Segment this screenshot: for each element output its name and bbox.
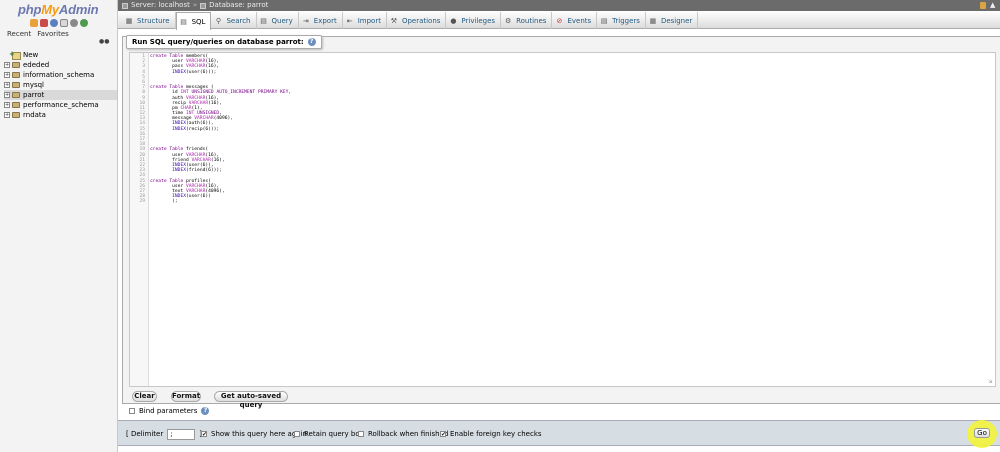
- reload-icon[interactable]: [80, 19, 88, 27]
- code-text: INDEX(recip(6)));: [172, 126, 220, 132]
- code-text: );: [150, 199, 178, 205]
- breadcrumb-separator-icon: »: [192, 1, 198, 9]
- database-icon: [12, 92, 20, 98]
- delimiter-input[interactable]: ;: [167, 428, 196, 440]
- tab-designer[interactable]: ▦ Designer: [646, 12, 699, 29]
- foreign-key-option[interactable]: ✔ Enable foreign key checks: [440, 429, 542, 439]
- tab-recent[interactable]: Recent: [7, 30, 31, 38]
- expand-icon[interactable]: +: [4, 102, 10, 108]
- bind-parameters: Bind parameters ?: [129, 406, 210, 416]
- retain-query-option[interactable]: Retain query box: [294, 429, 364, 439]
- rollback-option[interactable]: Rollback when finished: [358, 429, 448, 439]
- designer-icon: ▦: [649, 16, 657, 25]
- help-icon[interactable]: ?: [201, 407, 210, 415]
- routines-icon: ⚙: [504, 16, 512, 25]
- tree-item-new[interactable]: New: [4, 49, 117, 60]
- structure-icon: ▦: [125, 16, 133, 25]
- go-button[interactable]: Go: [974, 428, 990, 438]
- import-icon: ⇤: [346, 16, 353, 25]
- tab-privileges[interactable]: ● Privileges: [446, 12, 502, 29]
- tree-item-parrot[interactable]: + parrot: [4, 90, 117, 100]
- tab-events[interactable]: ⊘ Events: [552, 12, 598, 29]
- database-icon: [12, 82, 20, 88]
- clear-button[interactable]: Clear: [132, 391, 157, 402]
- tab-export[interactable]: ⇥ Export: [299, 12, 343, 29]
- get-auto-saved-query-button[interactable]: Get auto-saved query: [214, 391, 288, 409]
- triggers-icon: ▤: [600, 16, 608, 25]
- rollback-checkbox[interactable]: [358, 431, 364, 437]
- help-icon[interactable]: ?: [307, 38, 316, 46]
- database-tree: New + ededed + information_schema + mysq…: [4, 49, 117, 120]
- tab-import[interactable]: ⇤ Import: [343, 12, 387, 29]
- database-icon: [12, 112, 20, 118]
- query-icon: ▤: [260, 16, 267, 25]
- tab-search[interactable]: ⚲ Search: [211, 12, 257, 29]
- nav-icon-bar: [30, 19, 88, 28]
- collapse-icon[interactable]: ▲: [990, 2, 996, 9]
- database-icon: [12, 62, 20, 68]
- tab-sql[interactable]: ▤ SQL: [175, 12, 212, 30]
- expand-icon[interactable]: +: [4, 112, 10, 118]
- show-query-checkbox[interactable]: ✔: [201, 431, 207, 438]
- tab-triggers[interactable]: ▤ Triggers: [597, 12, 646, 29]
- tab-routines[interactable]: ⚙ Routines: [501, 12, 553, 29]
- docs-icon[interactable]: [60, 19, 68, 27]
- nav-tabs: Recent Favorites: [7, 30, 69, 38]
- export-icon: ⇥: [302, 16, 309, 25]
- expand-icon[interactable]: +: [4, 82, 10, 88]
- tree-item-information-schema[interactable]: + information_schema: [4, 70, 117, 80]
- show-query-option[interactable]: ✔ Show this query here again: [201, 429, 307, 439]
- privileges-icon: ●: [450, 16, 457, 25]
- sql-code: 1 create Table members(2 user VARCHAR(16)…: [130, 54, 291, 204]
- navigation-panel: phpMyAdmin Recent Favorites ●● New + ede…: [0, 0, 118, 452]
- main-tabs: ▦ Structure ▤ SQL ⚲ Search ▤ Query ⇥ Export ⇤…: [118, 11, 1000, 30]
- expand-icon[interactable]: +: [4, 72, 10, 78]
- database-icon: [12, 102, 20, 108]
- logout-icon[interactable]: [40, 19, 48, 27]
- settings-icon[interactable]: [980, 2, 986, 9]
- code-text: INDEX(user(6)));: [172, 69, 217, 75]
- code-line: 29 );: [130, 199, 291, 204]
- delimiter-group: [ Delimiter ; ]: [126, 428, 202, 440]
- expand-icon[interactable]: +: [4, 92, 10, 98]
- tab-query[interactable]: ▤ Query: [257, 12, 299, 29]
- operations-icon: ⚒: [390, 16, 398, 25]
- database-icon: [12, 72, 20, 78]
- tab-structure[interactable]: ▦ Structure: [122, 12, 176, 29]
- tab-operations[interactable]: ⚒ Operations: [387, 12, 447, 29]
- sql-editor[interactable]: 1 create Table members(2 user VARCHAR(16)…: [129, 52, 996, 387]
- bind-parameters-checkbox[interactable]: [129, 408, 135, 414]
- phpmyadmin-logo[interactable]: phpMyAdmin: [18, 2, 99, 17]
- resize-handle-icon[interactable]: ⇲: [988, 379, 994, 385]
- server-icon: [122, 2, 128, 9]
- query-options-bar: [ Delimiter ; ] ✔ Show this query here a…: [118, 420, 1000, 446]
- sql-query-legend: Run SQL query/queries on database parrot…: [126, 35, 322, 49]
- format-button[interactable]: Format: [171, 391, 201, 402]
- database-icon: [200, 2, 207, 9]
- events-icon: ⊘: [556, 16, 563, 25]
- breadcrumb-database[interactable]: Database: parrot: [209, 0, 268, 11]
- breadcrumb: Server: localhost » Database: parrot ▲: [118, 0, 1000, 11]
- tree-item-performance-schema[interactable]: + performance_schema: [4, 100, 117, 110]
- sql-icon: ▤: [180, 17, 187, 26]
- tree-item-rndata[interactable]: + rndata: [4, 110, 117, 120]
- search-icon: ⚲: [215, 16, 221, 25]
- new-database-icon: [9, 49, 21, 60]
- help-icon[interactable]: [50, 19, 58, 27]
- tree-item-mysql[interactable]: + mysql: [4, 80, 117, 90]
- expand-icon[interactable]: +: [4, 62, 10, 68]
- breadcrumb-server[interactable]: Server: localhost: [131, 0, 190, 11]
- top-right-controls: ▲: [980, 0, 996, 11]
- retain-query-checkbox[interactable]: [294, 431, 300, 437]
- foreign-key-checkbox[interactable]: ✔: [440, 431, 446, 438]
- tree-item-ededed[interactable]: + ededed: [4, 60, 117, 70]
- link-with-main-icon[interactable]: ●●: [99, 39, 109, 45]
- line-number: 29: [139, 199, 145, 205]
- tab-favorites[interactable]: Favorites: [37, 30, 69, 38]
- home-icon[interactable]: [30, 19, 38, 27]
- settings-icon[interactable]: [70, 19, 78, 27]
- code-text: INDEX(friend(6)));: [172, 168, 222, 174]
